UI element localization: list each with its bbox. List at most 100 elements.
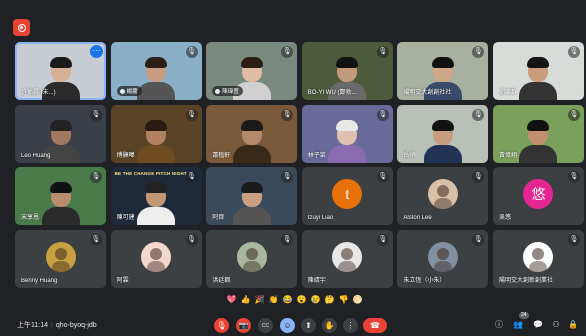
participant-tile[interactable]: 🎙 宋享恩	[15, 167, 106, 226]
mic-muted-icon: 🎙	[281, 171, 294, 184]
participant-tile[interactable]: 🎙 Alston Lee	[397, 167, 489, 226]
mic-muted-icon: 🎙	[472, 108, 485, 121]
participant-name: 蕭植軒	[212, 152, 231, 159]
participant-tile[interactable]: 🎙 阿霖	[110, 230, 202, 289]
activities-icon[interactable]: ⚇	[550, 319, 562, 331]
mic-muted-icon: 🎙	[472, 234, 485, 247]
participant-name: 阿齊	[212, 215, 225, 222]
participant-name: 岳峭	[403, 152, 416, 159]
participant-tile[interactable]: 🎙 蕭植軒	[206, 104, 298, 163]
participant-avatar	[332, 241, 363, 272]
participant-tile[interactable]: 🎙 陽明交大創創社社	[397, 42, 489, 100]
participant-tile[interactable]: 🎙 岳峭	[397, 104, 489, 163]
participant-tile[interactable]: 🎙 Benny Huang	[15, 230, 106, 289]
reaction-emoji[interactable]: 👎	[338, 293, 349, 307]
reaction-emoji[interactable]: 🎉	[254, 293, 265, 307]
participant-grid: ⋯ 許佑昇 (未...) 🎙 楊藺 🎙 陳瑋萱 🎙 BO-YI WU (鄭勃... 🎙 陽明交大創…	[15, 42, 584, 289]
mic-off-button[interactable]: 🎙	[214, 318, 229, 333]
participant-tile[interactable]: 🎙 劉樂群	[492, 42, 584, 100]
participant-tile[interactable]: 🎙 陳靖宇	[301, 230, 393, 289]
participant-video	[137, 54, 176, 100]
raise-hand-button[interactable]: ✋	[322, 318, 337, 333]
people-icon[interactable]: 👥	[512, 319, 524, 331]
participant-tile[interactable]: 🎙 洪廷鋼	[206, 230, 298, 289]
pin-icon	[215, 89, 221, 94]
participant-video	[41, 179, 80, 226]
participant-tile[interactable]: 🎙 陽明交大創新創業社	[492, 230, 584, 289]
reaction-emoji[interactable]: 😢	[310, 293, 321, 307]
participant-avatar	[427, 241, 458, 272]
participant-tile[interactable]: 🎙 陳瑋萱	[206, 42, 298, 100]
reaction-emoji[interactable]: 🌕	[352, 293, 363, 307]
participant-name: Alston Lee	[403, 215, 432, 222]
participant-avatar: t	[332, 179, 363, 210]
more-options-button[interactable]: ⋮	[343, 318, 358, 333]
participant-name: Leo Huang	[21, 152, 51, 159]
mic-muted-icon: 🎙	[185, 108, 198, 121]
recording-icon[interactable]	[13, 19, 30, 36]
camera-off-button[interactable]: 📷	[236, 318, 251, 333]
participant-name: 朱立恆（小朱）	[403, 278, 446, 285]
pin-icon	[119, 89, 125, 94]
participant-name: 洪廷鋼	[212, 278, 231, 285]
participant-name: 陽明交大創創社社	[403, 90, 452, 96]
participant-tile[interactable]: 🎙 阿齊	[206, 167, 298, 226]
participant-avatar	[523, 241, 554, 272]
chat-icon[interactable]: 💬	[532, 319, 544, 331]
mic-muted-icon: 🎙	[90, 108, 102, 121]
mic-muted-icon: 🎙	[567, 46, 580, 58]
participant-name: 劉樂群	[498, 90, 517, 96]
participant-tile[interactable]: 🎙 傅顥暐	[110, 104, 202, 163]
participant-video	[423, 117, 462, 163]
participant-name: 黃偉翔	[498, 152, 517, 159]
reaction-emoji[interactable]: 👍	[240, 293, 251, 307]
participant-video	[519, 54, 558, 100]
emoji-button[interactable]: ☺	[280, 318, 295, 333]
avatar-image	[433, 247, 452, 272]
participant-tile[interactable]: 🎙 黃偉翔	[492, 104, 584, 163]
reaction-emoji[interactable]: 💖	[226, 293, 237, 307]
participant-tile[interactable]: ⋯ 許佑昇 (未...)	[15, 42, 106, 100]
reaction-emoji[interactable]: 😂	[282, 293, 293, 307]
participant-name: 林子菜	[307, 152, 326, 159]
mic-muted-icon: 🎙	[185, 171, 198, 184]
participant-name-text: 楊藺	[126, 89, 138, 95]
participant-video	[137, 179, 176, 226]
participant-tile[interactable]: 🎙 朱立恆（小朱）	[397, 230, 489, 289]
participant-tile[interactable]: 🎙 Leo Huang	[15, 104, 106, 163]
participant-name: tzuyi Liao	[307, 215, 334, 222]
captions-button[interactable]: CC	[258, 318, 273, 333]
participant-tile[interactable]: 悠 🎙 吳悠	[492, 167, 584, 226]
avatar-image	[338, 247, 357, 272]
end-call-button[interactable]: ☎	[363, 318, 387, 333]
clock: 上午11:14	[17, 322, 48, 329]
meeting-info-icon[interactable]: ⓘ	[493, 319, 505, 331]
participant-name: 陳可建	[116, 215, 135, 222]
participant-name: 吳悠	[498, 215, 511, 222]
participant-name-text: 陳瑋萱	[222, 89, 239, 95]
participant-name: BO-YI WU (鄭勃...	[307, 90, 357, 96]
host-controls-icon[interactable]: 🔒	[567, 319, 579, 331]
avatar-image	[529, 247, 548, 272]
present-button[interactable]: ⬆	[301, 318, 316, 333]
mic-muted-icon: 🎙	[472, 46, 485, 58]
more-options-icon[interactable]: ⋯	[90, 45, 103, 58]
mic-muted-icon: 🎙	[185, 46, 198, 58]
participant-avatar: 悠	[523, 179, 554, 210]
mic-muted-icon: 🎙	[567, 108, 580, 121]
participant-name: Benny Huang	[21, 278, 58, 285]
reaction-emoji[interactable]: 😮	[296, 293, 307, 307]
participant-name: 宋享恩	[21, 215, 40, 222]
participant-tile[interactable]: 🎙 林子菜	[301, 104, 393, 163]
participant-tile[interactable]: 🎙 BO-YI WU (鄭勃...	[301, 42, 393, 100]
reaction-emoji[interactable]: 👏	[268, 293, 279, 307]
participant-avatar	[45, 241, 76, 272]
participant-tile[interactable]: 🎙 楊藺	[110, 42, 202, 100]
participant-tile[interactable]: t 🎙 tzuyi Liao	[301, 167, 393, 226]
participant-video	[137, 117, 176, 163]
participant-tile[interactable]: BE THE CHANGE PITCH NIGHT 🎙 陳可建	[110, 167, 202, 226]
reaction-emoji[interactable]: 🤔	[324, 293, 335, 307]
participant-name: 陳瑋萱	[212, 86, 243, 96]
participant-count-badge: 24	[519, 312, 529, 319]
banner-text: BE THE CHANGE PITCH NIGHT	[114, 171, 187, 177]
